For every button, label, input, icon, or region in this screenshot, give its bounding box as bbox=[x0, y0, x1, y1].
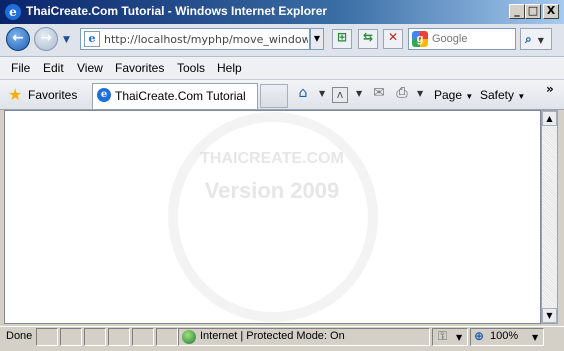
menu-favorites[interactable]: Favorites bbox=[115, 61, 164, 75]
google-logo-icon: g bbox=[412, 31, 428, 47]
status-panel bbox=[156, 328, 178, 346]
search-placeholder: Google bbox=[432, 33, 468, 45]
refresh-icon[interactable]: ⇆ bbox=[358, 29, 378, 49]
rss-feed-icon[interactable]: ʌ bbox=[332, 87, 348, 103]
status-panel bbox=[84, 328, 106, 346]
maximize-button[interactable]: □ bbox=[525, 4, 541, 19]
address-dropdown-button[interactable]: ▼ bbox=[310, 28, 324, 50]
menu-file[interactable]: File bbox=[11, 61, 30, 75]
stop-icon[interactable]: ✕ bbox=[383, 29, 403, 49]
feeds-dropdown-arrow[interactable]: ▼ bbox=[356, 89, 362, 98]
page-menu-button[interactable]: Page ▼ bbox=[434, 88, 473, 102]
printer-icon[interactable]: ⎙ bbox=[393, 85, 411, 103]
address-url[interactable]: http://localhost/myphp/move_window.htm bbox=[104, 33, 308, 46]
window-title: ThaiCreate.Com Tutorial - Windows Intern… bbox=[26, 4, 328, 18]
safety-menu-button[interactable]: Safety ▼ bbox=[480, 88, 525, 102]
magnifier-icon: ⌕ bbox=[525, 32, 532, 46]
zoom-dropdown-arrow[interactable]: ▼ bbox=[532, 333, 538, 342]
scroll-down-button[interactable]: ▼ bbox=[542, 308, 557, 323]
status-panel bbox=[132, 328, 154, 346]
back-button[interactable]: ← bbox=[6, 27, 30, 51]
star-icon: ★ bbox=[8, 85, 23, 104]
minimize-button[interactable]: _ bbox=[509, 4, 525, 19]
favorites-button[interactable]: Favorites bbox=[28, 88, 77, 102]
mail-icon[interactable]: ✉ bbox=[370, 85, 388, 103]
search-options-arrow[interactable]: ▼ bbox=[538, 36, 544, 45]
vertical-scrollbar[interactable] bbox=[541, 110, 558, 324]
forward-button[interactable]: → bbox=[34, 27, 58, 51]
page-icon: e bbox=[84, 31, 100, 47]
menu-tools[interactable]: Tools bbox=[177, 61, 205, 75]
page-menu-label: Page bbox=[434, 88, 463, 102]
close-button[interactable]: X bbox=[543, 4, 559, 19]
tab-label: ThaiCreate.Com Tutorial bbox=[115, 89, 246, 103]
safety-menu-label: Safety bbox=[480, 88, 515, 102]
watermark-line-2: Version 2009 bbox=[204, 178, 340, 203]
menu-edit[interactable]: Edit bbox=[43, 61, 64, 75]
scroll-up-button[interactable]: ▲ bbox=[542, 111, 557, 126]
safety-menu-arrow: ▼ bbox=[517, 92, 526, 101]
menu-view[interactable]: View bbox=[77, 61, 103, 75]
zoom-icon: ⊕ bbox=[474, 329, 485, 343]
globe-icon bbox=[182, 330, 196, 344]
ie-logo-icon: e bbox=[97, 88, 111, 102]
home-icon[interactable]: ⌂ bbox=[294, 85, 312, 103]
compatibility-view-icon[interactable]: ⊞ bbox=[332, 29, 352, 49]
home-dropdown-arrow[interactable]: ▼ bbox=[319, 89, 325, 98]
status-panel bbox=[60, 328, 82, 346]
recent-pages-dropdown[interactable]: ▼ bbox=[63, 35, 70, 45]
ie-logo-icon: e bbox=[5, 4, 21, 20]
security-zone-text: Internet | Protected Mode: On bbox=[200, 330, 345, 342]
watermark-line-1: THAICREATE.COM bbox=[200, 150, 344, 167]
page-menu-arrow: ▼ bbox=[465, 92, 474, 101]
lock-icon: ⚿ bbox=[438, 329, 448, 343]
protected-mode-arrow[interactable]: ▼ bbox=[456, 333, 462, 342]
menu-help[interactable]: Help bbox=[217, 61, 242, 75]
watermark-seal bbox=[168, 112, 378, 322]
more-commands-chevron[interactable]: » bbox=[546, 82, 554, 96]
status-panel bbox=[108, 328, 130, 346]
status-panel bbox=[36, 328, 58, 346]
new-tab-button[interactable] bbox=[260, 84, 288, 108]
search-button[interactable]: ⌕ ▼ bbox=[520, 28, 552, 50]
print-dropdown-arrow[interactable]: ▼ bbox=[417, 89, 423, 98]
status-text: Done bbox=[6, 330, 33, 342]
zoom-level[interactable]: 100% bbox=[490, 330, 518, 342]
